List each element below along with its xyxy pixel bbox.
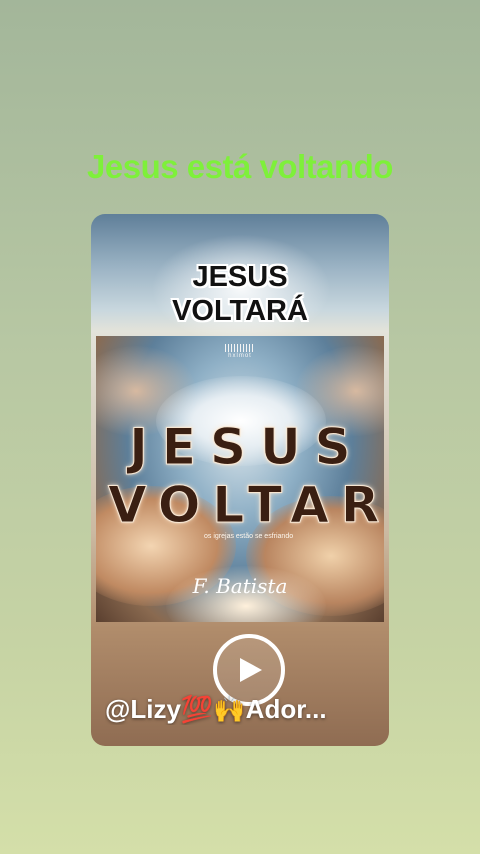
page-headline: Jesus está voltando xyxy=(87,148,393,185)
username-label[interactable]: @Lizy💯🙌Ador... xyxy=(105,694,379,725)
album-subtitle: os igrejas estão se esfriando xyxy=(204,533,294,540)
album-cover: hxlmot JESUS VOLTARÁ os igrejas estão se… xyxy=(96,336,384,622)
overlay-title-line2: VOLTARÁ xyxy=(172,295,308,327)
overlay-title-line1: JESUS xyxy=(192,261,288,293)
video-card[interactable]: JESUS VOLTARÁ hxlmot JESUS VOLTARÁ os ig… xyxy=(91,214,389,746)
album-title-line2: VOLTARÁ xyxy=(108,476,385,535)
play-icon xyxy=(240,658,262,682)
album-brand-logo: hxlmot xyxy=(96,344,384,359)
overlay-title: JESUS VOLTARÁ xyxy=(91,260,389,328)
album-title-line1: JESUS xyxy=(129,418,365,477)
album-brand: hxlmot xyxy=(228,353,252,359)
soundwave-icon xyxy=(225,344,255,352)
album-signature: F. Batista xyxy=(192,574,288,598)
